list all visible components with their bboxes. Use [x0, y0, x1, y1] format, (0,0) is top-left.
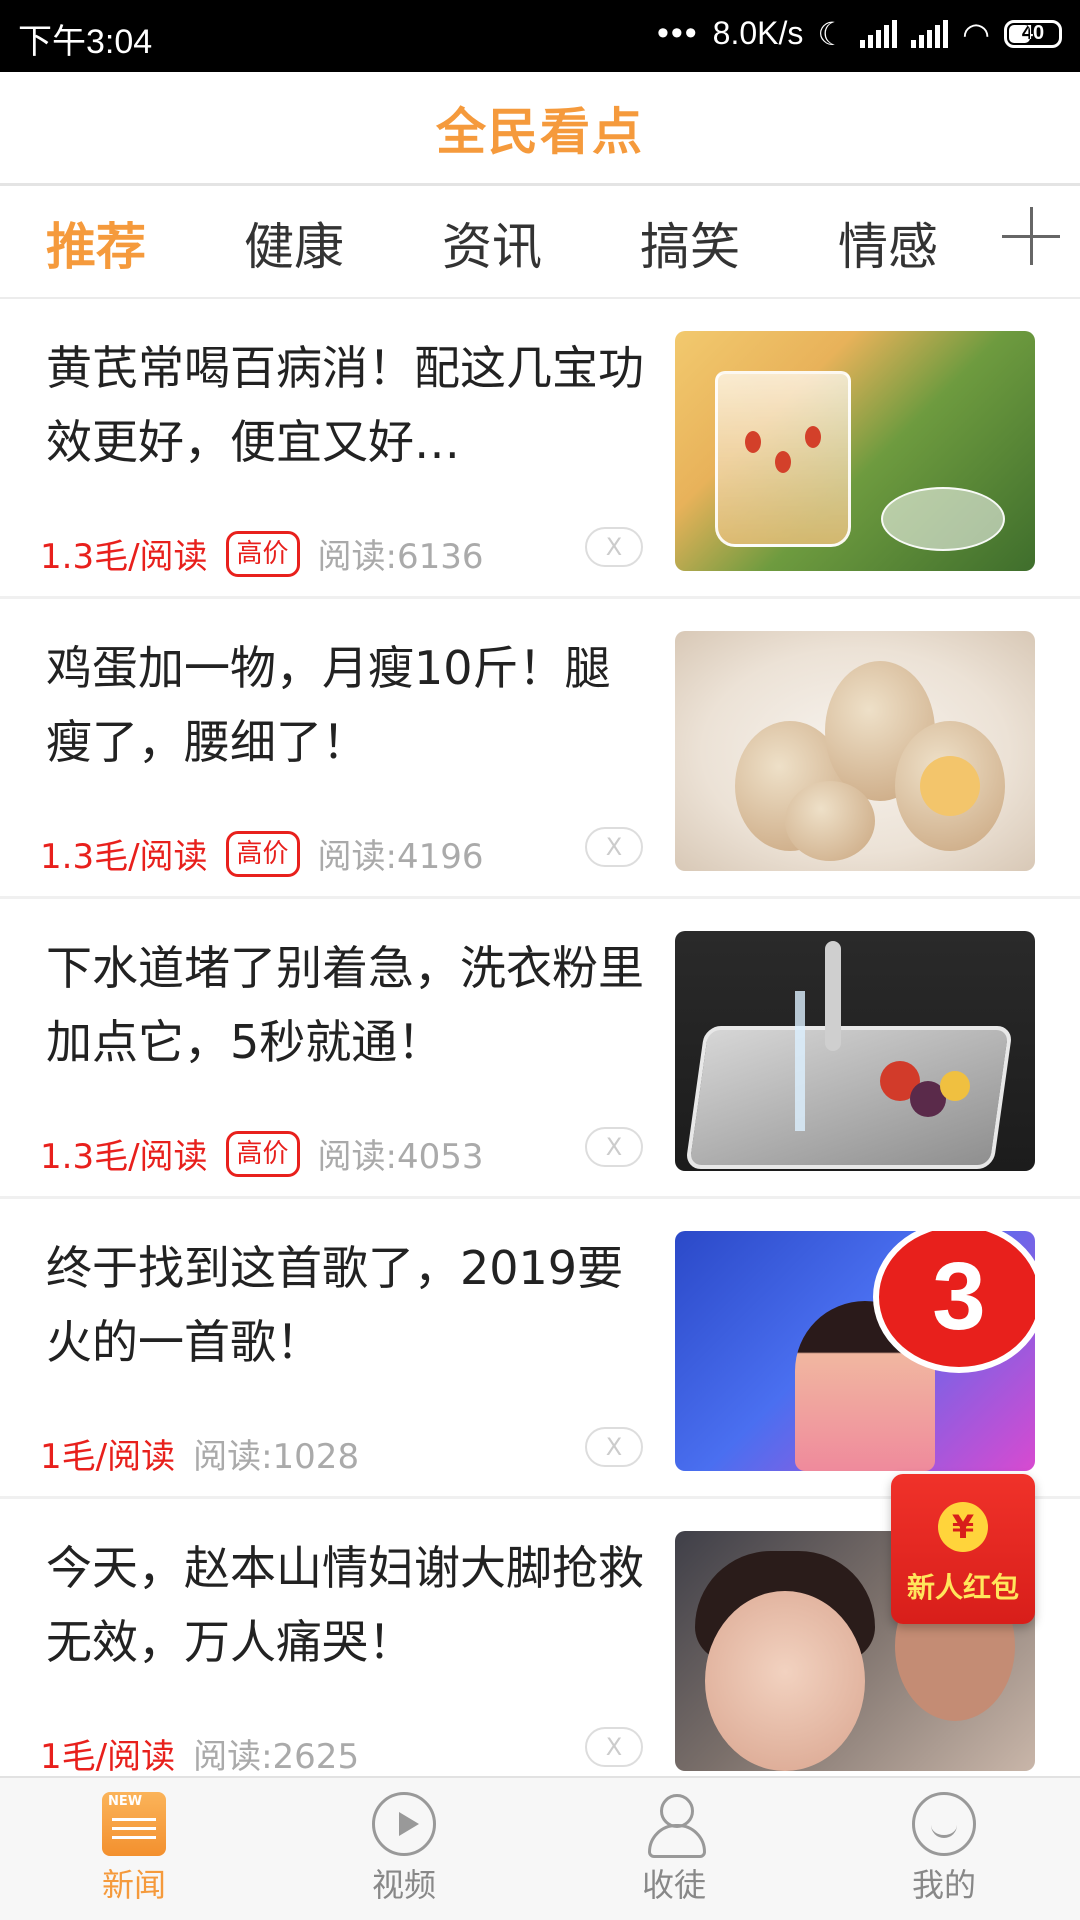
high-price-badge: 高价 [225, 530, 300, 577]
eggs-image[interactable] [675, 631, 1035, 871]
berry-shape [775, 451, 791, 473]
article-title[interactable]: 鸡蛋加一物，月瘦10斤！腿瘦了，腰细了！ [46, 631, 646, 779]
new-user-red-packet[interactable]: ¥ 新人红包 [891, 1474, 1035, 1624]
red-packet-label: 新人红包 [906, 1571, 1019, 1604]
tab-news[interactable]: 资讯 [442, 207, 542, 279]
herbal-tea-image[interactable] [675, 331, 1035, 571]
status-time: 下午3:04 [18, 23, 153, 61]
battery-icon: 40 [1004, 19, 1062, 48]
faucet-shape [825, 941, 841, 1051]
price-per-read: 1.3毛/阅读 [40, 537, 208, 577]
status-indicators: ••• 8.0K/s ☾ ◠ 40 [657, 14, 1062, 53]
add-tab-icon[interactable] [1002, 207, 1060, 265]
article-meta: 1.3毛/阅读 高价 阅读:6136 [40, 529, 484, 578]
kitchen-sink-image[interactable] [675, 931, 1035, 1171]
user-icon [642, 1792, 706, 1858]
news-icon [102, 1792, 166, 1856]
article-title[interactable]: 下水道堵了别着急，洗衣粉里加点它，5秒就通！ [46, 931, 646, 1079]
price-per-read: 1.3毛/阅读 [40, 837, 208, 877]
tab-funny[interactable]: 搞笑 [640, 207, 740, 279]
nav-apprentice[interactable]: 收徒 [574, 1792, 774, 1906]
article-meta: 1.3毛/阅读 高价 阅读:4053 [40, 1129, 484, 1178]
price-per-read: 1.3毛/阅读 [40, 1137, 208, 1177]
nav-news-label: 新闻 [101, 1866, 166, 1904]
status-bar: 下午3:04 ••• 8.0K/s ☾ ◠ 40 [0, 0, 1080, 72]
article-title[interactable]: 黄芪常喝百病消！配这几宝功效更好，便宜又好… [46, 331, 646, 479]
nav-news[interactable]: 新闻 [34, 1792, 234, 1906]
list-item[interactable]: 鸡蛋加一物，月瘦10斤！腿瘦了，腰细了！ 1.3毛/阅读 高价 阅读:4196 … [0, 599, 1080, 899]
singer-image[interactable]: 3 [675, 1231, 1035, 1471]
dismiss-button[interactable]: X [585, 1127, 643, 1167]
category-tabs: 推荐 健康 资讯 搞笑 情感 [0, 189, 1080, 299]
yolk-shape [920, 756, 980, 816]
dismiss-button[interactable]: X [585, 827, 643, 867]
list-item[interactable]: 黄芪常喝百病消！配这几宝功效更好，便宜又好… 1.3毛/阅读 高价 阅读:613… [0, 299, 1080, 599]
nav-video[interactable]: 视频 [304, 1792, 504, 1906]
profile-icon [912, 1792, 976, 1856]
high-price-badge: 高价 [225, 830, 300, 877]
dismiss-button[interactable]: X [585, 1727, 643, 1767]
wifi-icon: ◠ [962, 15, 990, 52]
berry-shape [805, 426, 821, 448]
high-price-badge: 高价 [225, 1130, 300, 1177]
water-stream-shape [795, 991, 805, 1131]
more-dots-icon: ••• [656, 14, 699, 52]
article-title[interactable]: 今天，赵本山情妇谢大脚抢救无效，万人痛哭！ [46, 1531, 646, 1679]
read-count: 阅读:4196 [317, 837, 484, 877]
article-meta: 1毛/阅读 阅读:1028 [40, 1429, 359, 1478]
nav-video-label: 视频 [371, 1866, 436, 1904]
article-title[interactable]: 终于找到这首歌了，2019要火的一首歌！ [46, 1231, 646, 1379]
app-header: 全民看点 [0, 72, 1080, 186]
network-speed: 8.0K/s [712, 15, 804, 51]
bottom-nav: 新闻 视频 收徒 我的 [0, 1776, 1080, 1920]
nav-profile-label: 我的 [911, 1866, 976, 1904]
tab-health[interactable]: 健康 [244, 207, 344, 279]
list-item[interactable]: 终于找到这首歌了，2019要火的一首歌！ 1毛/阅读 阅读:1028 X 3 [0, 1199, 1080, 1499]
face-shape [705, 1591, 865, 1771]
bowl-shape [881, 487, 1005, 551]
article-meta: 1.3毛/阅读 高价 阅读:4196 [40, 829, 484, 878]
dismiss-button[interactable]: X [585, 1427, 643, 1467]
lemon-shape [940, 1071, 970, 1101]
tab-recommend[interactable]: 推荐 [46, 207, 146, 279]
video-icon [372, 1792, 436, 1856]
app-title: 全民看点 [436, 102, 644, 161]
tab-emotion[interactable]: 情感 [838, 207, 938, 279]
article-meta: 1毛/阅读 阅读:2625 [40, 1729, 359, 1778]
moon-icon: ☾ [817, 15, 847, 52]
egg-shape [785, 781, 875, 861]
signal-icon-2 [911, 19, 949, 48]
berry-shape [745, 431, 761, 453]
read-count: 阅读:6136 [317, 537, 484, 577]
read-count: 阅读:2625 [193, 1737, 360, 1777]
price-per-read: 1毛/阅读 [40, 1737, 176, 1777]
battery-label: 40 [1021, 22, 1045, 44]
yuan-coin-icon: ¥ [938, 1502, 988, 1552]
read-count: 阅读:4053 [317, 1137, 484, 1177]
nav-apprentice-label: 收徒 [641, 1866, 706, 1904]
read-count: 阅读:1028 [193, 1437, 360, 1477]
signal-icon [860, 19, 898, 48]
price-per-read: 1毛/阅读 [40, 1437, 176, 1477]
list-item[interactable]: 下水道堵了别着急，洗衣粉里加点它，5秒就通！ 1.3毛/阅读 高价 阅读:405… [0, 899, 1080, 1199]
nav-profile[interactable]: 我的 [844, 1792, 1044, 1906]
dismiss-button[interactable]: X [585, 527, 643, 567]
